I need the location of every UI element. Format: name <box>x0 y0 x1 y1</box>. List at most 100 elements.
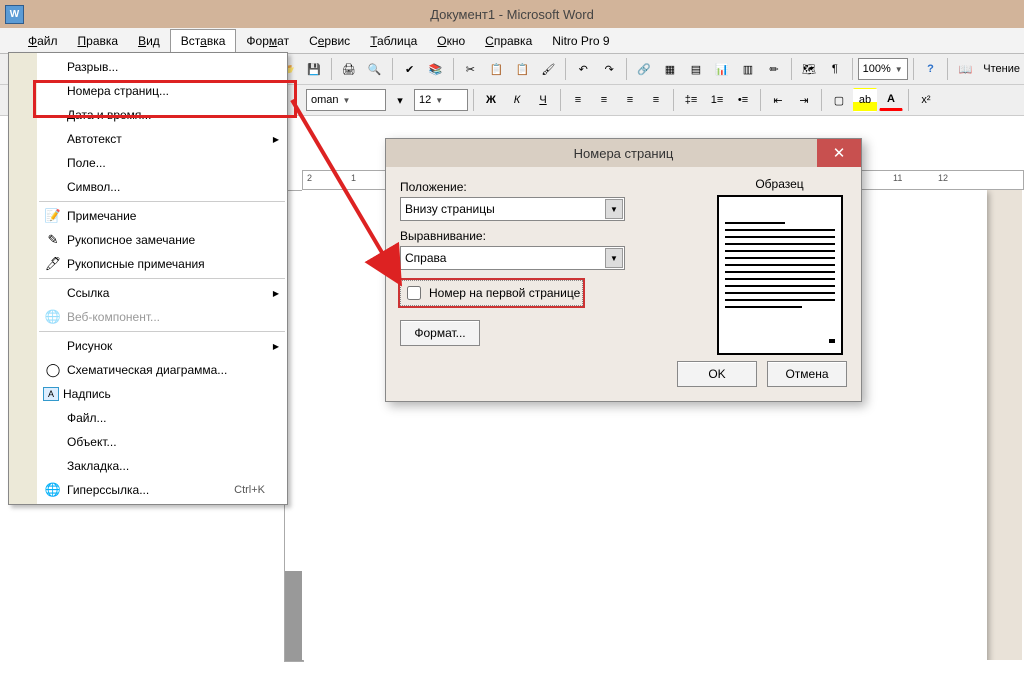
menu-item-field[interactable]: Поле... <box>37 151 287 175</box>
save-icon[interactable]: 💾 <box>302 57 326 81</box>
position-select[interactable]: Внизу страницы ▼ <box>400 197 625 221</box>
zoom-value: 100% <box>863 63 891 75</box>
menu-item-datetime[interactable]: Дата и время... <box>37 103 287 127</box>
underline-button[interactable]: Ч <box>531 88 555 112</box>
doc-map-icon[interactable]: 🗺 <box>797 57 821 81</box>
read-mode-icon[interactable]: 📖 <box>953 57 977 81</box>
line-spacing-icon[interactable]: ‡≡ <box>679 88 703 112</box>
tables-borders-icon[interactable]: ▦ <box>658 57 682 81</box>
menu-item-autotext[interactable]: Автотекст▶ <box>37 127 287 151</box>
align-value: Справа <box>405 251 446 265</box>
copy-icon[interactable]: 📋 <box>484 57 508 81</box>
columns-icon[interactable]: ▥ <box>736 57 760 81</box>
font-name-value: oman <box>311 94 339 106</box>
dialog-close-button[interactable]: ✕ <box>817 139 861 167</box>
position-label: Положение: <box>400 180 692 194</box>
menu-item-web-component: 🌐Веб-компонент... <box>37 305 287 329</box>
menu-item-bookmark[interactable]: Закладка... <box>37 454 287 478</box>
format-painter-icon[interactable]: 🖌 <box>536 57 560 81</box>
ink-icon: ✎ <box>43 230 63 250</box>
align-center-icon[interactable]: ≡ <box>592 88 616 112</box>
excel-icon[interactable]: 📊 <box>710 57 734 81</box>
research-icon[interactable]: 📚 <box>424 57 448 81</box>
numbering-icon[interactable]: 1≡ <box>705 88 729 112</box>
undo-icon[interactable]: ↶ <box>571 57 595 81</box>
italic-button[interactable]: К <box>505 88 529 112</box>
first-page-checkbox[interactable] <box>407 286 421 300</box>
redo-icon[interactable]: ↷ <box>597 57 621 81</box>
window-title: Документ1 - Microsoft Word <box>430 7 594 22</box>
chevron-down-icon: ▼ <box>605 199 623 219</box>
cancel-button[interactable]: Отмена <box>767 361 847 387</box>
font-name-combo[interactable]: oman ▼ <box>306 89 386 111</box>
menu-item-hyperlink[interactable]: 🌐Гиперссылка...Ctrl+K <box>37 478 287 502</box>
menu-item-break[interactable]: Разрыв... <box>37 55 287 79</box>
preview-thumbnail <box>717 195 843 355</box>
chevron-down-icon: ▼ <box>435 96 443 105</box>
first-page-checkbox-row[interactable]: Номер на первой странице <box>400 280 583 306</box>
menu-item-textbox[interactable]: AНадпись <box>37 382 287 406</box>
bullets-icon[interactable]: •≡ <box>731 88 755 112</box>
menu-nitro[interactable]: Nitro Pro 9 <box>542 30 619 52</box>
textbox-icon: A <box>43 387 59 401</box>
font-color-icon[interactable]: A <box>879 89 903 111</box>
align-left-icon[interactable]: ≡ <box>566 88 590 112</box>
menu-file[interactable]: Файл <box>18 30 68 52</box>
font-size-value: 12 <box>419 94 431 106</box>
menu-item-file[interactable]: Файл... <box>37 406 287 430</box>
preview-icon[interactable]: 🔍 <box>363 57 387 81</box>
drawing-icon[interactable]: ✏ <box>762 57 786 81</box>
menu-item-reference[interactable]: Ссылка▶ <box>37 281 287 305</box>
zoom-combo[interactable]: 100% ▼ <box>858 58 908 80</box>
spellcheck-icon[interactable]: ✔ <box>398 57 422 81</box>
format-button[interactable]: Формат... <box>400 320 480 346</box>
menu-item-page-numbers[interactable]: Номера страниц... <box>37 79 287 103</box>
print-icon[interactable]: 🖨 <box>337 57 361 81</box>
menu-format[interactable]: Формат <box>236 30 299 52</box>
page-numbers-dialog: Номера страниц ✕ Положение: Внизу страни… <box>385 138 862 402</box>
align-right-icon[interactable]: ≡ <box>618 88 642 112</box>
paste-icon[interactable]: 📋 <box>510 57 534 81</box>
ink2-icon: 🖊 <box>43 254 63 274</box>
show-formatting-icon[interactable]: ¶ <box>823 57 847 81</box>
menu-item-comment[interactable]: 📝Примечание <box>37 204 287 228</box>
app-window: W Документ1 - Microsoft Word Файл Правка… <box>0 0 1024 678</box>
comment-icon: 📝 <box>43 206 63 226</box>
menu-service[interactable]: Сервис <box>299 30 360 52</box>
borders-icon[interactable]: ▢ <box>827 88 851 112</box>
help-icon[interactable]: ? <box>918 57 942 81</box>
title-bar: W Документ1 - Microsoft Word <box>0 0 1024 28</box>
font-dropdown-icon[interactable]: ▾ <box>388 88 412 112</box>
menu-item-ink-notes[interactable]: 🖊Рукописные примечания <box>37 252 287 276</box>
menu-item-ink-comment[interactable]: ✎Рукописное замечание <box>37 228 287 252</box>
menu-edit[interactable]: Правка <box>68 30 129 52</box>
dialog-title-bar[interactable]: Номера страниц ✕ <box>386 139 861 167</box>
font-size-combo[interactable]: 12 ▼ <box>414 89 468 111</box>
menu-item-symbol[interactable]: Символ... <box>37 175 287 199</box>
menu-insert[interactable]: Вставка <box>170 29 237 52</box>
chevron-down-icon: ▼ <box>605 248 623 268</box>
menu-help[interactable]: Справка <box>475 30 542 52</box>
bold-button[interactable]: Ж <box>479 88 503 112</box>
menu-window[interactable]: Окно <box>427 30 475 52</box>
menu-item-diagram[interactable]: ◯Схематическая диаграмма... <box>37 358 287 382</box>
align-justify-icon[interactable]: ≡ <box>644 88 668 112</box>
first-page-label: Номер на первой странице <box>429 286 580 300</box>
ok-button[interactable]: OK <box>677 361 757 387</box>
highlight-icon[interactable]: ab <box>853 88 877 112</box>
hyperlink-icon[interactable]: 🔗 <box>632 57 656 81</box>
align-select[interactable]: Справа ▼ <box>400 246 625 270</box>
web-icon: 🌐 <box>43 307 63 327</box>
menu-item-object[interactable]: Объект... <box>37 430 287 454</box>
increase-indent-icon[interactable]: ⇥ <box>792 88 816 112</box>
menu-icon-strip <box>9 53 37 504</box>
menu-table[interactable]: Таблица <box>360 30 427 52</box>
menu-view[interactable]: Вид <box>128 30 170 52</box>
decrease-indent-icon[interactable]: ⇤ <box>766 88 790 112</box>
menu-item-picture[interactable]: Рисунок▶ <box>37 334 287 358</box>
globe-icon: 🌐 <box>43 480 63 500</box>
insert-table-icon[interactable]: ▤ <box>684 57 708 81</box>
cut-icon[interactable]: ✂ <box>458 57 482 81</box>
read-mode-label[interactable]: Чтение <box>979 63 1024 75</box>
superscript-icon[interactable]: x² <box>914 88 938 112</box>
